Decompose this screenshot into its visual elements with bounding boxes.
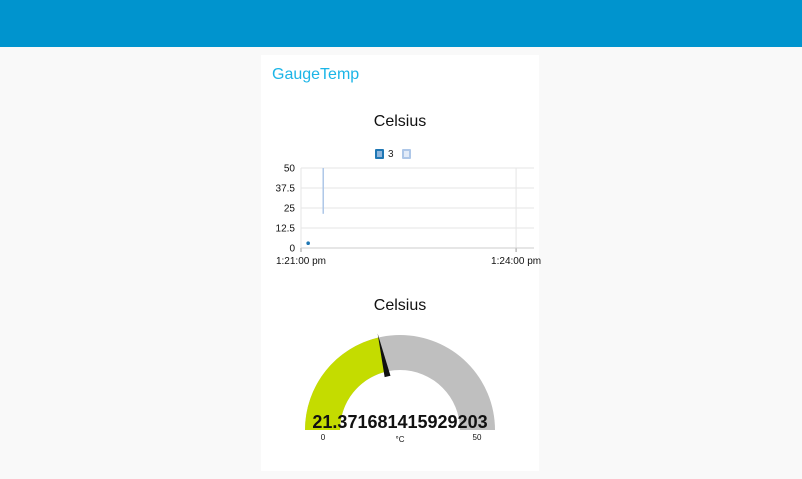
gauge-value: 21.371681415929203 bbox=[312, 412, 487, 432]
gauge-max-label: 50 bbox=[473, 433, 482, 442]
group-card-gaugetemp: GaugeTemp Celsius 3 50 37.5 25 12.5 0 1:21:00… bbox=[261, 55, 541, 471]
dashboard-header-bar bbox=[0, 0, 802, 47]
gauge-units-label: °C bbox=[396, 435, 405, 444]
temperature-gauge: 21.371681415929203 0 °C 50 bbox=[305, 333, 495, 444]
gauge-min-label: 0 bbox=[321, 433, 326, 442]
